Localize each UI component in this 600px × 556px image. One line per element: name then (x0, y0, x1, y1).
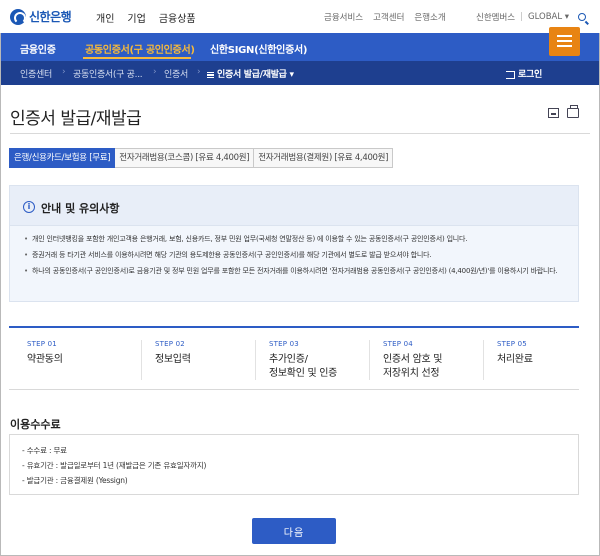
step-1: STEP 01 약관동의 (27, 340, 63, 367)
util-nav-services[interactable]: 금융서비스 (324, 11, 363, 23)
fee-title: 이용수수료 (10, 418, 61, 431)
top-nav: 개인 기업 금융상품 (96, 10, 196, 25)
login-icon (506, 70, 515, 79)
util-nav-about[interactable]: 은행소개 (414, 11, 445, 23)
fee-item: - 발급기관 : 금융결제원 (Yessign) (22, 476, 128, 485)
info-icon: i (23, 201, 35, 213)
notice-list: 개인 인터넷뱅킹을 포함한 개인고객용 은행거래, 보험, 신용카드, 정부 민… (22, 234, 568, 282)
search-icon[interactable] (578, 13, 587, 21)
bank-logo-text: 신한은행 (29, 10, 72, 24)
step-label-line1: 인증서 암호 및 (383, 354, 443, 365)
chevron-right-icon: › (197, 67, 201, 77)
breadcrumb-item[interactable]: 인증센터 (20, 67, 52, 80)
step-divider (483, 340, 484, 380)
print-icon[interactable] (567, 105, 579, 118)
menu-icon (557, 35, 572, 37)
bank-logo[interactable]: 신한은행 (10, 8, 72, 25)
step-number: STEP 01 (27, 340, 57, 348)
step-number: STEP 04 (383, 340, 413, 348)
notice-item: 개인 인터넷뱅킹을 포함한 개인고객용 은행거래, 보험, 신용카드, 정부 민… (22, 234, 568, 245)
top-header: 신한은행 개인 기업 금융상품 금융서비스 고객센터 은행소개 신한멤버스 | … (0, 0, 600, 33)
next-button[interactable]: 다음 (252, 518, 336, 544)
hamburger-menu-button[interactable] (549, 27, 580, 56)
separator: | (520, 12, 523, 22)
fee-box: - 수수료 : 무료 - 유효기간 : 발급일로부터 1년 (재발급은 기존 유… (9, 434, 579, 495)
step-3: STEP 03 추가인증/정보확인 및 인증 (269, 340, 337, 381)
global-link[interactable]: GLOBAL ▾ (528, 12, 569, 22)
step-2: STEP 02 정보입력 (155, 340, 191, 367)
breadcrumb: 인증센터 › 공동인증서(구 공... › 인증서 › 인증서 발급/재발급 ▾… (1, 61, 599, 85)
login-button[interactable]: 로그인 (506, 67, 542, 80)
fee-item: - 유효기간 : 발급일로부터 1년 (재발급은 기존 유효일자까지) (22, 461, 207, 470)
notice-box: i 안내 및 유의사항 개인 인터넷뱅킹을 포함한 개인고객용 은행거래, 보험… (9, 185, 579, 302)
step-number: STEP 05 (497, 340, 527, 348)
breadcrumb-item[interactable]: 공동인증서(구 공... (73, 67, 143, 80)
notice-item: 하나의 공동인증서(구 공인인증서)로 금융기관 및 정부 민원 업무를 포함한… (22, 266, 568, 277)
fee-list: - 수수료 : 무료 - 유효기간 : 발급일로부터 1년 (재발급은 기존 유… (22, 445, 206, 490)
login-label: 로그인 (518, 70, 542, 80)
tab-bank-free[interactable]: 은행/신용카드/보험용 [무료] (9, 148, 116, 168)
step-number: STEP 02 (155, 340, 185, 348)
step-divider (141, 340, 142, 380)
step-label: 인증서 암호 및저장위치 선정 (383, 353, 442, 381)
tab-kftc-paid[interactable]: 전자거래범용(결제원) [유료 4,400원] (254, 148, 394, 168)
top-nav-business[interactable]: 기업 (127, 10, 145, 25)
right-nav: 신한멤버스 | GLOBAL ▾ (476, 11, 587, 23)
top-nav-personal[interactable]: 개인 (96, 10, 114, 25)
main-nav-shinhan-sign[interactable]: 신한SIGN(신한인증서) (210, 41, 307, 56)
members-link[interactable]: 신한멤버스 (476, 11, 515, 23)
breadcrumb-item[interactable]: 인증서 (164, 67, 188, 80)
step-label-line2: 저장위치 선정 (383, 368, 440, 379)
util-nav: 금융서비스 고객센터 은행소개 (324, 11, 446, 23)
step-divider (255, 340, 256, 380)
notice-item: 증권거래 등 타기관 서비스를 이용하시려면 해당 기관의 용도제한용 공동인증… (22, 250, 568, 261)
notice-header: i 안내 및 유의사항 (10, 186, 578, 226)
divider (10, 133, 590, 134)
chevron-right-icon: › (153, 67, 157, 77)
util-nav-customer-center[interactable]: 고객센터 (373, 11, 404, 23)
step-4: STEP 04 인증서 암호 및저장위치 선정 (383, 340, 442, 381)
bank-logo-icon (10, 8, 26, 25)
step-5: STEP 05 처리완료 (497, 340, 533, 367)
page-title: 인증서 발급/재발급 (10, 109, 142, 129)
step-label-line1: 추가인증/ (269, 354, 308, 365)
top-nav-products[interactable]: 금융상품 (159, 10, 196, 25)
step-label-line2: 정보확인 및 인증 (269, 368, 338, 379)
main-nav: 금융인증 공동인증서(구 공인인증서) 신한SIGN(신한인증서) (1, 33, 599, 61)
breadcrumb-current-label: 인증서 발급/재발급 (217, 70, 287, 80)
process-steps: STEP 01 약관동의 STEP 02 정보입력 STEP 03 추가인증/정… (9, 326, 579, 390)
fee-item: - 수수료 : 무료 (22, 446, 67, 455)
list-icon (207, 71, 214, 78)
step-number: STEP 03 (269, 340, 299, 348)
step-divider (369, 340, 370, 380)
menu-icon-bar (557, 40, 572, 42)
breadcrumb-current[interactable]: 인증서 발급/재발급 ▾ (207, 67, 294, 80)
step-label: 처리완료 (497, 354, 533, 365)
notice-title: 안내 및 유의사항 (41, 202, 120, 215)
main-nav-financial-cert[interactable]: 금융인증 (20, 41, 56, 56)
chevron-right-icon: › (62, 67, 66, 77)
menu-icon-bar (557, 45, 572, 47)
tab-koscom-paid[interactable]: 전자거래범용(코스콤) [유료 4,400원] (115, 148, 255, 168)
step-label: 추가인증/정보확인 및 인증 (269, 353, 337, 381)
step-label: 정보입력 (155, 354, 191, 365)
image-save-icon[interactable] (548, 108, 559, 118)
cert-type-tabs: 은행/신용카드/보험용 [무료] 전자거래범용(코스콤) [유료 4,400원]… (9, 148, 394, 168)
step-label: 약관동의 (27, 354, 63, 365)
active-tab-underline (83, 57, 191, 59)
main-nav-joint-cert[interactable]: 공동인증서(구 공인인증서) (85, 41, 195, 56)
